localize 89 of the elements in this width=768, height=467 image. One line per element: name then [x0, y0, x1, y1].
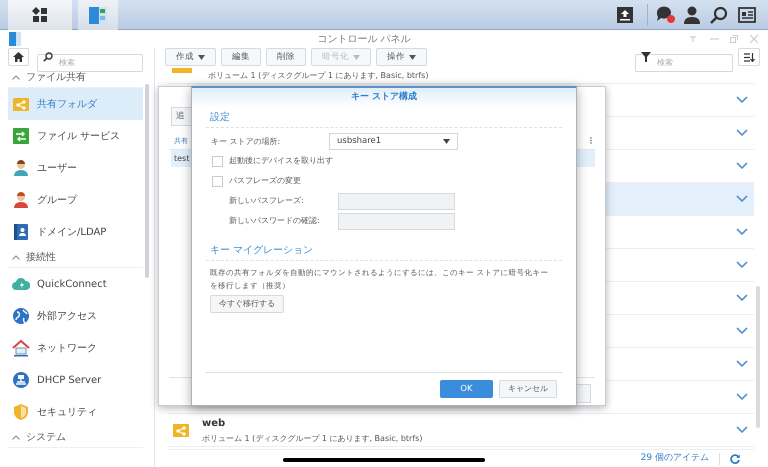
expand-icon[interactable] — [736, 96, 748, 104]
address-book-icon — [12, 223, 30, 241]
toolbar-button[interactable]: 編集 — [221, 48, 261, 66]
search-icon — [43, 52, 53, 62]
folder-details: ボリューム 1 (ディスクグループ 1 にあります, Basic, btrfs) — [208, 70, 428, 82]
expand-icon[interactable] — [736, 294, 748, 302]
refresh-icon[interactable] — [730, 454, 740, 464]
sidebar-item[interactable]: グループ — [8, 184, 143, 216]
caret-icon — [353, 54, 360, 60]
checkbox-label: 起動後にデバイスを取り出す — [229, 155, 333, 167]
section-header[interactable]: 接続性 — [26, 250, 56, 265]
expand-icon[interactable] — [736, 393, 748, 401]
search-field[interactable]: 検索 — [37, 54, 143, 72]
home-icon — [13, 52, 24, 62]
scrollbar[interactable] — [756, 286, 760, 428]
sort-icon — [744, 52, 754, 62]
folder-icon — [172, 68, 192, 73]
collapse-icon[interactable] — [12, 435, 20, 440]
control-panel-icon — [89, 4, 107, 24]
folder-share-icon — [172, 421, 190, 439]
home-button[interactable] — [8, 48, 29, 66]
section-heading: キー マイグレーション — [209, 244, 314, 258]
expand-icon[interactable] — [736, 327, 748, 335]
server-icon — [12, 371, 30, 389]
toolbar-button[interactable]: 作成 — [165, 48, 216, 66]
sidebar-item[interactable]: ネットワーク — [8, 332, 143, 364]
toolbar-button[interactable]: 削除 — [266, 48, 306, 66]
sidebar-item[interactable]: セキュリティ — [8, 396, 143, 428]
collapse-icon[interactable] — [12, 75, 20, 80]
sidebar-item[interactable]: ユーザー — [8, 152, 143, 184]
filter-icon — [641, 52, 651, 62]
section-header[interactable]: システム — [26, 430, 66, 445]
expand-icon[interactable] — [736, 129, 748, 137]
list-row[interactable]: web ボリューム 1 (ディスクグループ 1 にあります, Basic, btrfs) — [169, 414, 754, 447]
user-icon[interactable] — [684, 6, 700, 24]
dialog-title: キー ストア構成 — [350, 91, 418, 104]
sidebar-item[interactable]: 共有フォルダ — [8, 88, 143, 120]
search-icon[interactable] — [710, 6, 728, 24]
caret-icon — [409, 54, 416, 60]
grid-icon — [32, 6, 48, 22]
house-icon — [12, 339, 30, 357]
cloud-icon — [12, 275, 30, 293]
upload-icon[interactable] — [617, 6, 633, 22]
field-label: キー ストアの場所: — [211, 136, 282, 148]
folder-share-icon — [12, 95, 30, 113]
window-title: コントロール パネル — [316, 32, 412, 46]
caret-icon — [443, 139, 450, 144]
sidebar-item[interactable]: ファイル サービス — [8, 120, 143, 152]
globe-icon — [12, 307, 30, 325]
control-panel-app-button[interactable] — [78, 0, 118, 30]
chat-icon[interactable] — [656, 6, 676, 24]
toolbar-button[interactable]: 操作 — [376, 48, 427, 66]
folder-details: ボリューム 1 (ディスクグループ 1 にあります, Basic, btrfs) — [202, 432, 422, 444]
widgets-icon[interactable] — [738, 6, 756, 22]
expand-icon[interactable] — [736, 162, 748, 170]
control-panel-icon — [9, 32, 21, 46]
cancel-button[interactable]: キャンセル — [499, 380, 557, 398]
section-header[interactable]: ファイル共有 — [26, 70, 86, 85]
collapse-icon[interactable] — [12, 255, 20, 260]
expand-icon[interactable] — [736, 261, 748, 269]
sidebar-item[interactable]: DHCP Server — [8, 364, 143, 396]
checkbox[interactable] — [212, 156, 223, 166]
expand-icon[interactable] — [736, 228, 748, 236]
checkbox[interactable] — [212, 176, 223, 186]
location-dropdown[interactable]: usbshare1 — [329, 133, 458, 150]
expand-icon[interactable] — [736, 426, 748, 434]
field-label: 新しいパスワードの確認: — [229, 215, 321, 227]
sort-button[interactable] — [738, 48, 760, 66]
user-icon — [12, 159, 30, 177]
group-icon — [12, 191, 30, 209]
section-heading: 設定 — [209, 110, 230, 125]
folder-name: web — [202, 416, 226, 430]
sidebar-item[interactable]: QuickConnect — [8, 268, 143, 300]
checkbox-label: パスフレーズの変更 — [229, 175, 301, 187]
shield-icon — [12, 403, 30, 421]
expand-icon[interactable] — [736, 195, 748, 203]
file-transfer-icon — [12, 127, 30, 145]
caret-icon — [198, 54, 205, 60]
main-menu-button[interactable] — [8, 0, 72, 30]
field-label: 新しいパスフレーズ: — [229, 195, 305, 207]
sidebar-item[interactable]: 外部アクセス — [8, 300, 143, 332]
migrate-now-button[interactable]: 今すぐ移行する — [210, 295, 284, 313]
sidebar-item[interactable]: ドメイン/LDAP — [8, 216, 143, 248]
list-row[interactable]: ボリューム 1 (ディスクグループ 1 にあります, Basic, btrfs) — [169, 68, 754, 84]
expand-icon[interactable] — [736, 360, 748, 368]
item-count: 29 個のアイテム — [640, 452, 709, 465]
table-cell: test — [174, 153, 190, 165]
scrollbar[interactable] — [145, 84, 149, 278]
filter-field[interactable]: 検索 — [635, 54, 733, 72]
